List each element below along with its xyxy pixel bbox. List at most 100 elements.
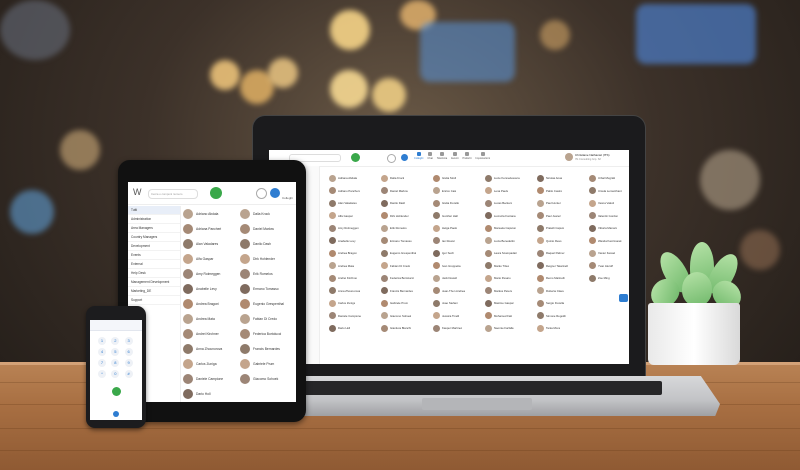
dial-key-2[interactable]: 3 [124, 337, 133, 345]
contact-card[interactable]: Eugenio Grespenthal [240, 296, 296, 311]
contact-card[interactable]: Dario Holl [183, 386, 239, 401]
contact-card[interactable]: Raquel Palmer [537, 247, 585, 260]
contact-card[interactable]: Anabelle Levy [183, 281, 239, 296]
contact-card[interactable]: Vesna Vakuli [589, 197, 629, 210]
contact-card[interactable]: Andrea Mata [183, 311, 239, 326]
contact-card[interactable]: Kasper Martinez [433, 322, 481, 335]
contact-card[interactable]: Daniel Marlow [381, 185, 429, 198]
sidebar-item-area-managers[interactable]: Area Managers [128, 224, 180, 233]
dial-key-8[interactable]: 9 [124, 359, 133, 367]
contact-card[interactable]: Fabian Di Credo [240, 311, 296, 326]
contact-card[interactable]: Pablo Castro [537, 185, 585, 198]
contact-card[interactable]: Anna Zhounorova [183, 341, 239, 356]
contact-card[interactable]: Joao Stefani [433, 297, 481, 310]
contact-card[interactable]: Gabriele Prum [381, 297, 429, 310]
dial-key-6[interactable]: 7 [98, 359, 106, 367]
contact-card[interactable]: Paul Hunter [537, 197, 585, 210]
dial-key-4[interactable]: 5 [111, 348, 120, 356]
contact-card[interactable]: Lucas Beckers [485, 197, 533, 210]
sidebar-item-events[interactable]: Events [128, 251, 180, 260]
dial-key-1[interactable]: 2 [111, 337, 120, 345]
dial-key-5[interactable]: 6 [124, 348, 133, 356]
contact-card[interactable]: Fabian Di Credo [381, 260, 429, 273]
tab-impostazioni[interactable]: Impostazioni [475, 152, 490, 160]
contact-card[interactable]: Ursula Lemarchant [589, 185, 629, 198]
tab-preferiti[interactable]: Preferiti [462, 152, 471, 160]
contact-card[interactable]: Ian Rowan [433, 235, 481, 248]
contact-card[interactable]: Andrea Bragoni [329, 247, 377, 260]
contact-card[interactable]: Carlos Zuniga [183, 356, 239, 371]
contact-card[interactable]: Giulia Fiorello [433, 197, 481, 210]
contact-card[interactable]: Anabelle Levy [329, 235, 377, 248]
tab-chat[interactable]: Chat [427, 152, 433, 160]
profile-icon[interactable] [270, 188, 280, 198]
contact-card[interactable]: Ermano Tomasso [240, 281, 296, 296]
contact-card[interactable]: Andrei Kirchner [183, 326, 239, 341]
contact-card[interactable]: Dalia Krock [381, 172, 429, 185]
add-icon[interactable] [387, 154, 396, 163]
contact-card[interactable]: Dirk Hohlender [381, 210, 429, 223]
contact-card[interactable]: Manuela Caputon [485, 222, 533, 235]
sidebar-item-external[interactable]: External [128, 260, 180, 269]
contact-card[interactable]: Adriano Panchero [329, 185, 377, 198]
dial-key-7[interactable]: 8 [111, 359, 120, 367]
contact-card[interactable]: Lucie Kennedesoura [485, 172, 533, 185]
contact-card[interactable]: Daniel Marlow [240, 221, 296, 236]
sidebar-item-development[interactable]: Development [128, 242, 180, 251]
contact-card[interactable]: Alfa Gaspar [183, 251, 239, 266]
sidebar-item-country-managers[interactable]: Country Managers [128, 233, 180, 242]
contact-card[interactable]: Amy Rolmeggen [183, 266, 239, 281]
home-icon[interactable] [113, 411, 119, 417]
contact-card[interactable]: Dirk Hohlender [240, 251, 296, 266]
contact-card[interactable]: Gunther Hall [433, 210, 481, 223]
contact-card[interactable]: Naomie Farfalle [485, 322, 533, 335]
contact-card[interactable]: Maxime Gaspar [485, 297, 533, 310]
contact-card[interactable]: Valentin Gordon [589, 210, 629, 223]
contact-card[interactable]: Giulia Stroll [433, 172, 481, 185]
contact-card[interactable]: Simone Regoldi [537, 310, 585, 323]
contact-card[interactable]: Markus Peters [485, 285, 533, 298]
contact-card[interactable]: Nicolas Anas [537, 172, 585, 185]
contact-card[interactable]: Urbal Mugniki [589, 172, 629, 185]
contact-card[interactable]: Marko Trites [485, 260, 533, 273]
tab-eventi[interactable]: Eventi [451, 152, 458, 160]
contact-card[interactable]: Daniele Campione [329, 310, 377, 323]
sidebar-item-support[interactable]: Support [128, 296, 180, 305]
contact-card[interactable]: Francis Bernardes [240, 341, 296, 356]
sidebar-item-help-desk[interactable]: Help Desk [128, 269, 180, 278]
colleagues-label[interactable]: Colleghi [282, 196, 293, 200]
add-icon[interactable] [256, 188, 267, 199]
contact-card[interactable]: Remo Marinelli [537, 272, 585, 285]
contact-card[interactable]: Jessica Tinelli [433, 310, 481, 323]
contact-card[interactable]: Alan Valadares [183, 236, 239, 251]
contact-card[interactable]: Lucia Benedettini [485, 235, 533, 248]
call-icon[interactable] [351, 153, 360, 162]
contact-card[interactable]: Giacomo Sohoek [240, 371, 296, 386]
contact-card[interactable]: Ivan Gruppetta [433, 260, 481, 273]
contact-card[interactable]: Andrea Mata [329, 260, 377, 273]
sidebar-item-administration[interactable]: Administration [128, 215, 180, 224]
dial-key-10[interactable]: 0 [111, 370, 120, 378]
contact-card[interactable]: Alan Valadares [329, 197, 377, 210]
contact-card[interactable]: Pratelli Caputo [537, 222, 585, 235]
contact-card[interactable]: Andrea Bragoni [183, 296, 239, 311]
contact-card[interactable]: Carlos Zuniga [329, 297, 377, 310]
contact-card[interactable]: Helga Paolo [433, 222, 481, 235]
contact-card[interactable]: Erik Romelos [381, 222, 429, 235]
contact-card[interactable]: Eugenio Grespenthal [381, 247, 429, 260]
contact-card[interactable]: Federica Bortolucci [240, 326, 296, 341]
contact-card[interactable]: Wanda Kaczmarek [589, 235, 629, 248]
tab-telefonia[interactable]: Telefonia [437, 152, 447, 160]
dial-key-11[interactable]: # [124, 370, 133, 378]
profile-icon[interactable] [401, 154, 408, 161]
contact-card[interactable]: Amy Rolmeggen [329, 222, 377, 235]
contact-card[interactable]: Erik Romelos [240, 266, 296, 281]
contact-card[interactable]: Zoe Ming [589, 272, 629, 285]
contact-card[interactable]: Andrei Kirchner [329, 272, 377, 285]
contact-card[interactable]: Enrico Cais [433, 185, 481, 198]
contact-card[interactable]: Lena Pauls [485, 185, 533, 198]
contact-card[interactable]: Adriana Abdala [329, 172, 377, 185]
contact-card[interactable]: Gianluca Bianchi [381, 322, 429, 335]
call-button[interactable] [111, 387, 121, 396]
tab-colleghi[interactable]: Colleghi [414, 152, 423, 160]
